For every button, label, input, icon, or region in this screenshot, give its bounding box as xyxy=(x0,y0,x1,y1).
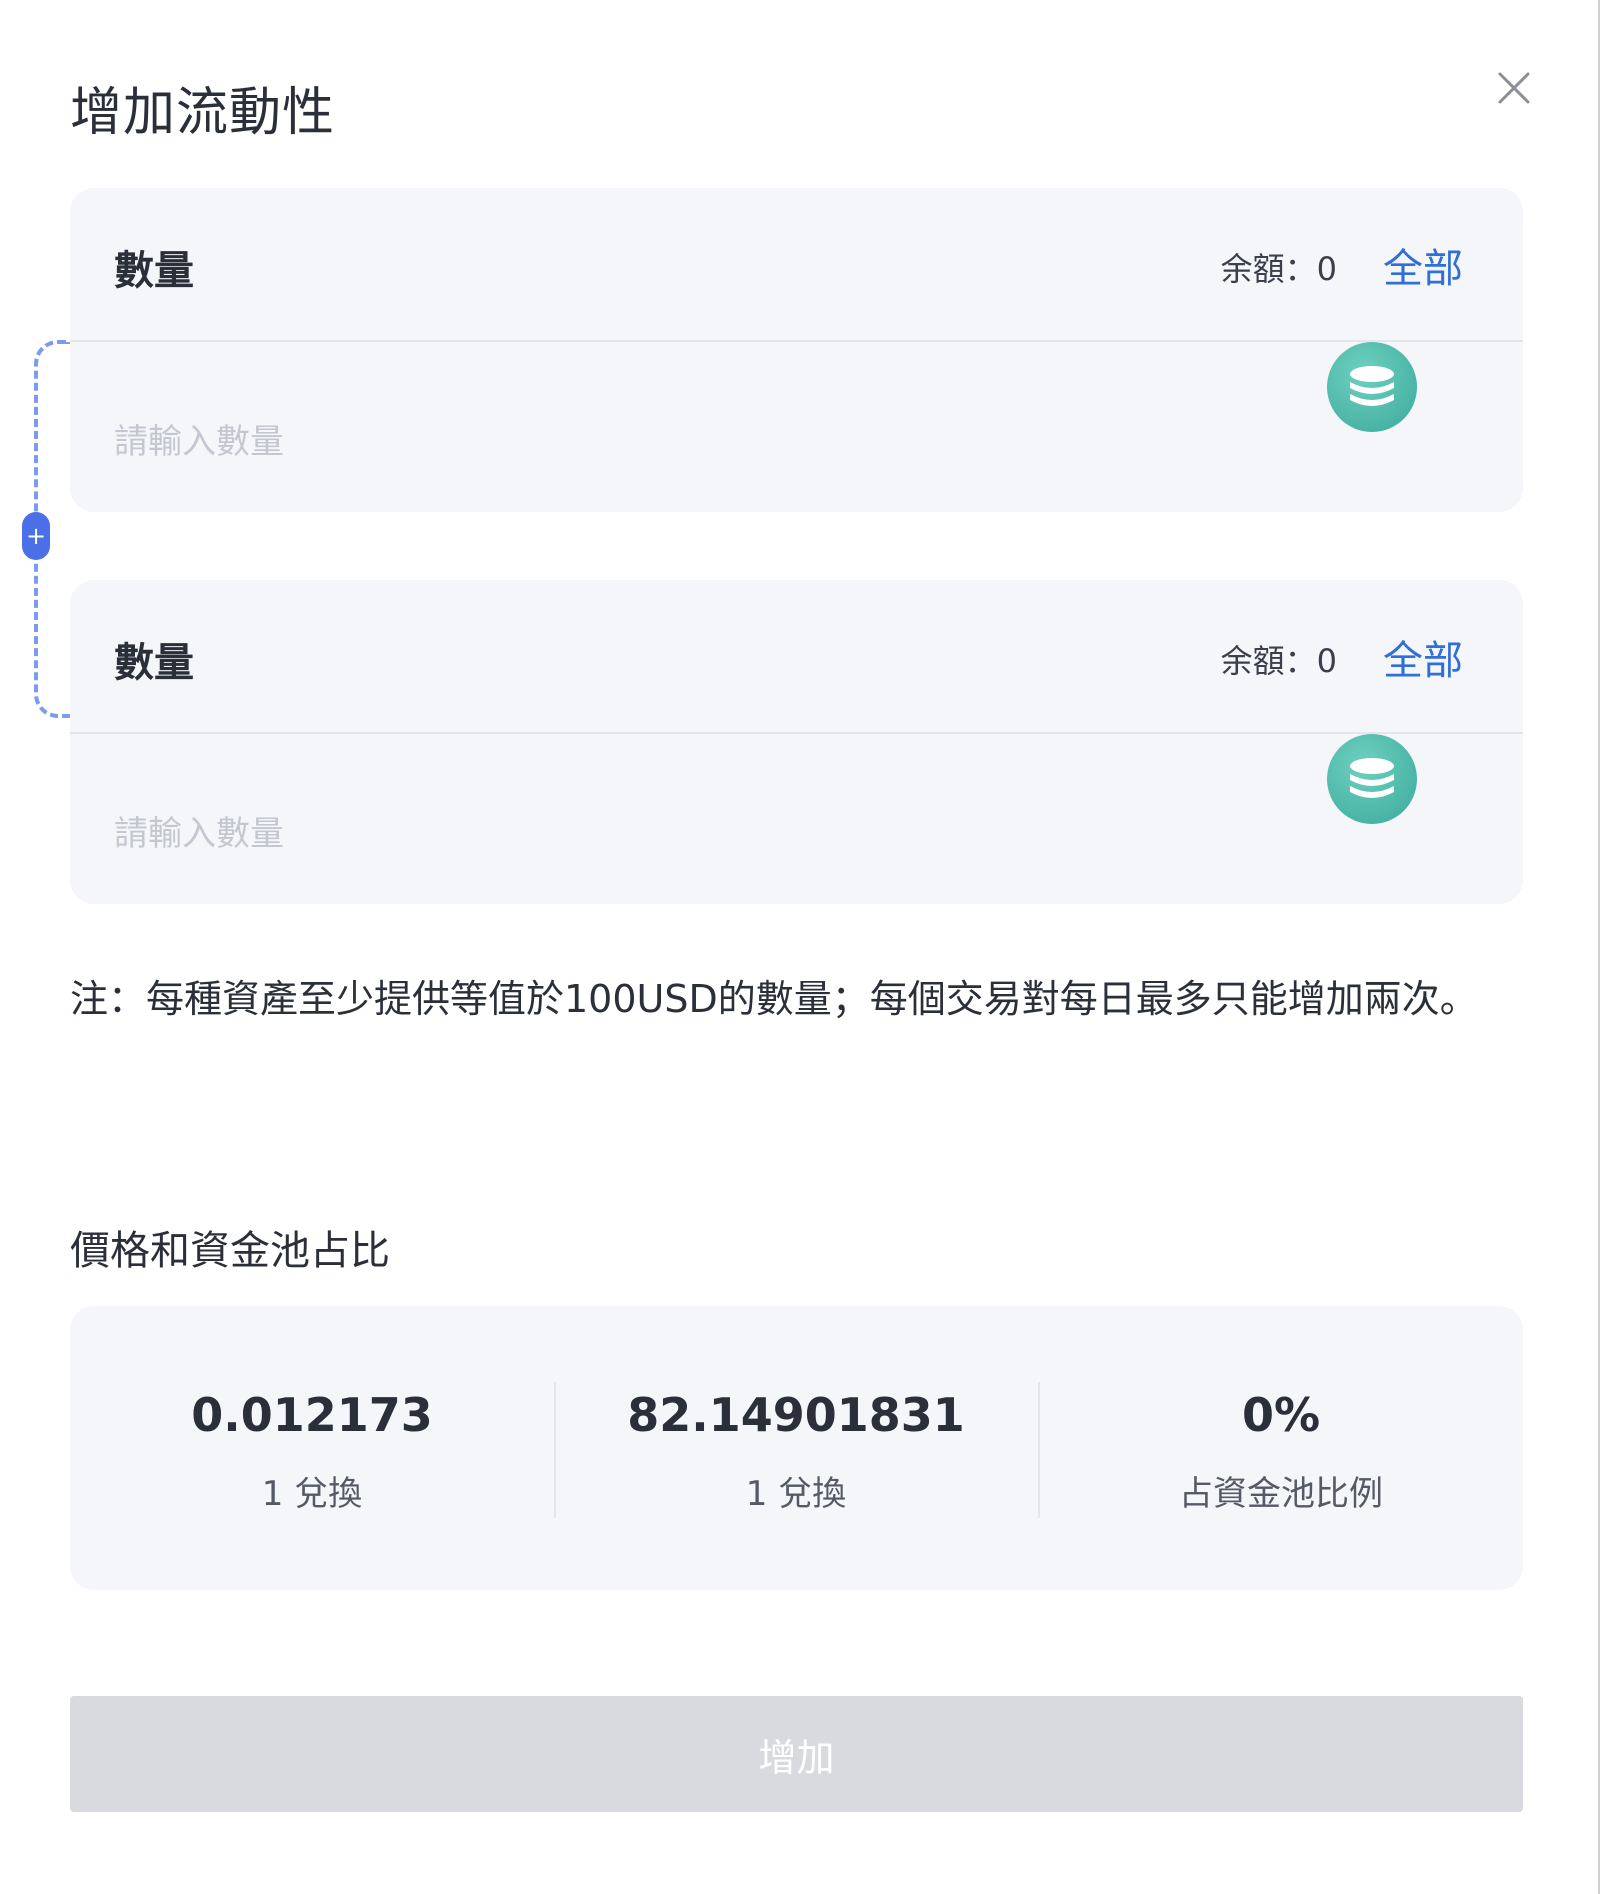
coin-stack-icon[interactable] xyxy=(1327,342,1417,432)
modal-title: 增加流動性 xyxy=(70,83,336,143)
token-b-header: 數量 余額：0 全部 xyxy=(70,580,1523,734)
stat-pool-share-caption: 占資金池比例 xyxy=(1179,1474,1383,1514)
token-b-amount-card: 數量 余額：0 全部 xyxy=(70,580,1523,904)
liquidity-note: 注：每種資產至少提供等值於100USD的數量；每個交易對每日最多只能增加兩次。 xyxy=(70,977,1478,1021)
token-b-max-button[interactable]: 全部 xyxy=(1383,628,1463,686)
token-a-amount-label: 數量 xyxy=(114,248,194,294)
token-a-amount-input[interactable] xyxy=(114,412,1314,472)
coin-stack-icon[interactable] xyxy=(1327,734,1417,824)
close-icon[interactable] xyxy=(1496,70,1532,106)
stat-price-b-caption: 1 兌換 xyxy=(745,1474,847,1514)
token-a-header: 數量 余額：0 全部 xyxy=(70,188,1523,342)
stat-price-a: 0.012173 1 兌換 xyxy=(70,1306,554,1590)
token-a-max-button[interactable]: 全部 xyxy=(1383,236,1463,294)
stat-price-a-value: 0.012173 xyxy=(191,1388,433,1442)
price-section-title: 價格和資金池占比 xyxy=(70,1228,390,1274)
stat-pool-share-value: 0% xyxy=(1241,1388,1321,1442)
stat-pool-share: 0% 占資金池比例 xyxy=(1039,1306,1523,1590)
token-b-amount-label: 數量 xyxy=(114,640,194,686)
price-stats-card: 0.012173 1 兌換 82.14901831 1 兌換 0% 占資金池比例 xyxy=(70,1306,1523,1590)
token-a-amount-card: 數量 余額：0 全部 xyxy=(70,188,1523,512)
stat-price-a-caption: 1 兌換 xyxy=(261,1474,363,1514)
token-b-balance: 余額：0 xyxy=(1220,642,1337,680)
pair-link-plus-icon[interactable]: + xyxy=(22,512,50,560)
stat-price-b: 82.14901831 1 兌換 xyxy=(554,1306,1038,1590)
token-a-balance: 余額：0 xyxy=(1220,250,1337,288)
token-b-amount-input[interactable] xyxy=(114,804,1314,864)
stat-price-b-value: 82.14901831 xyxy=(627,1388,965,1442)
add-liquidity-button[interactable]: 增加 xyxy=(70,1696,1523,1812)
